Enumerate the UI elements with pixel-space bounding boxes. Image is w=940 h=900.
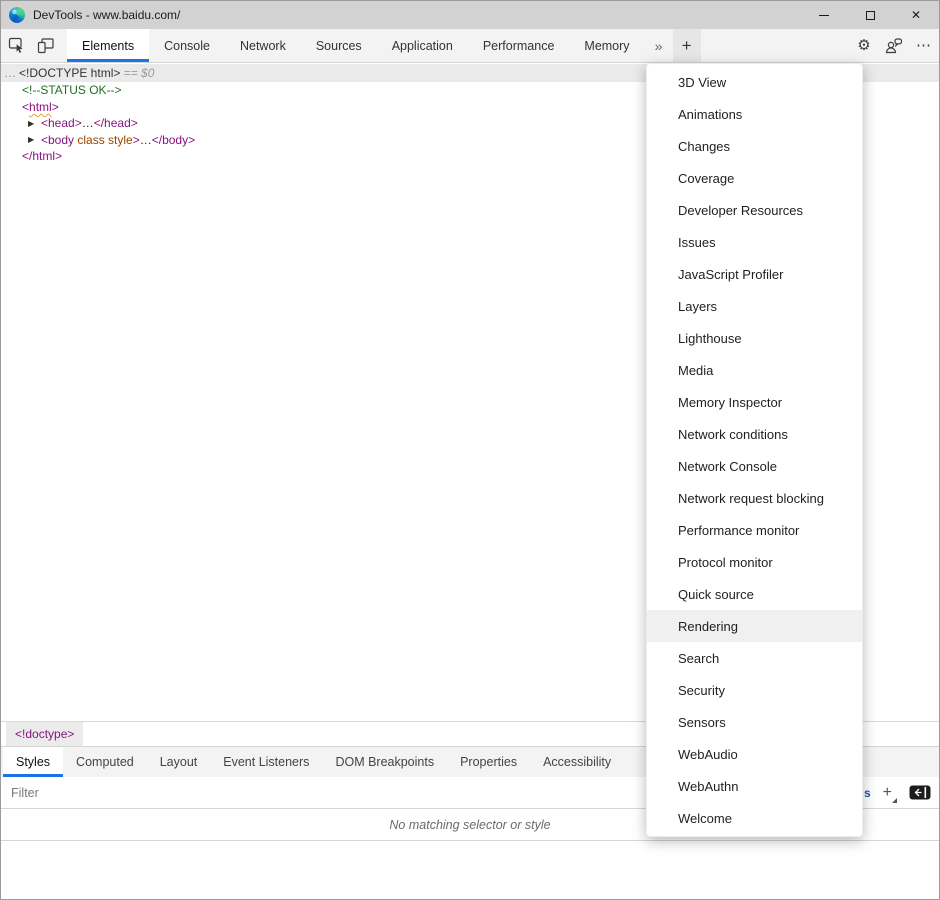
- menu-item-issues[interactable]: Issues: [647, 226, 862, 258]
- tag-punct: <: [22, 100, 29, 114]
- body-open-tag-start: <body: [41, 133, 74, 147]
- expand-arrow-icon[interactable]: ▶: [28, 135, 38, 144]
- tab-application[interactable]: Application: [377, 29, 468, 62]
- collapsed-content: …: [140, 133, 152, 147]
- node-hint-dots: …: [4, 66, 16, 80]
- menu-item-memory-inspector[interactable]: Memory Inspector: [647, 386, 862, 418]
- menu-item-layers[interactable]: Layers: [647, 290, 862, 322]
- tab-performance[interactable]: Performance: [468, 29, 570, 62]
- body-open-tag-end: >: [133, 133, 140, 147]
- tab-accessibility[interactable]: Accessibility: [530, 747, 624, 777]
- class-toggle-label[interactable]: s: [864, 786, 871, 800]
- chevron-double-right-icon: »: [655, 38, 663, 54]
- tab-event-listeners[interactable]: Event Listeners: [210, 747, 322, 777]
- tab-elements[interactable]: Elements: [67, 29, 149, 62]
- more-tools-menu: 3D View Animations Changes Coverage Deve…: [646, 63, 863, 837]
- menu-item-webaudio[interactable]: WebAudio: [647, 738, 862, 770]
- styles-filter-input[interactable]: [9, 785, 209, 801]
- tab-styles[interactable]: Styles: [3, 747, 63, 777]
- head-open-tag: <head>: [41, 116, 82, 130]
- kebab-menu-icon: ⋯: [916, 38, 932, 53]
- menu-item-protocol-monitor[interactable]: Protocol monitor: [647, 546, 862, 578]
- head-close-tag: </head>: [94, 116, 138, 130]
- collapsed-content: …: [82, 116, 94, 130]
- menu-item-performance-monitor[interactable]: Performance monitor: [647, 514, 862, 546]
- tag-punct: >: [52, 100, 59, 114]
- tab-dom-breakpoints[interactable]: DOM Breakpoints: [322, 747, 447, 777]
- menu-item-media[interactable]: Media: [647, 354, 862, 386]
- new-style-rule-button[interactable]: +: [883, 785, 897, 801]
- menu-item-coverage[interactable]: Coverage: [647, 162, 862, 194]
- maximize-icon: [866, 11, 875, 20]
- breadcrumb-item-doctype[interactable]: <!doctype>: [6, 722, 83, 746]
- maximize-button[interactable]: [847, 1, 893, 29]
- html-close-tag: </html>: [22, 149, 62, 163]
- feedback-icon: [885, 38, 903, 54]
- bottom-empty-area: [1, 841, 939, 899]
- menu-item-developer-resources[interactable]: Developer Resources: [647, 194, 862, 226]
- window-title: DevTools - www.baidu.com/: [33, 8, 180, 22]
- doctype-text: <!DOCTYPE html>: [19, 66, 120, 80]
- toolbar-spacer: [701, 29, 849, 62]
- more-tools-button[interactable]: +: [673, 29, 701, 62]
- settings-button[interactable]: ⚙: [849, 29, 879, 62]
- panel-tabs: Elements Console Network Sources Applica…: [67, 29, 645, 62]
- menu-item-lighthouse[interactable]: Lighthouse: [647, 322, 862, 354]
- styles-toolbar-right: s +: [864, 785, 931, 801]
- body-close-tag: </body>: [152, 133, 195, 147]
- device-toolbar-icon: [37, 37, 55, 54]
- menu-item-sensors[interactable]: Sensors: [647, 706, 862, 738]
- menu-item-webauthn[interactable]: WebAuthn: [647, 770, 862, 802]
- html-tag-name: html: [29, 100, 52, 114]
- tab-properties[interactable]: Properties: [447, 747, 530, 777]
- feedback-button[interactable]: [879, 29, 909, 62]
- edge-logo-icon: [9, 7, 25, 23]
- gear-icon: ⚙: [857, 38, 870, 53]
- menu-item-3d-view[interactable]: 3D View: [647, 66, 862, 98]
- menu-item-network-conditions[interactable]: Network conditions: [647, 418, 862, 450]
- menu-item-rendering[interactable]: Rendering: [647, 610, 862, 642]
- inspect-icon: [8, 37, 25, 54]
- menu-item-changes[interactable]: Changes: [647, 130, 862, 162]
- menu-item-security[interactable]: Security: [647, 674, 862, 706]
- menu-item-network-request-blocking[interactable]: Network request blocking: [647, 482, 862, 514]
- menu-item-animations[interactable]: Animations: [647, 98, 862, 130]
- expand-arrow-icon[interactable]: ▶: [28, 119, 38, 128]
- title-bar: DevTools - www.baidu.com/ ✕: [1, 1, 939, 29]
- tab-console[interactable]: Console: [149, 29, 225, 62]
- tab-memory[interactable]: Memory: [569, 29, 644, 62]
- minimize-button[interactable]: [801, 1, 847, 29]
- close-button[interactable]: ✕: [893, 1, 939, 29]
- minimize-icon: [819, 15, 829, 16]
- menu-item-quick-source[interactable]: Quick source: [647, 578, 862, 610]
- body-attributes: class style: [74, 133, 133, 147]
- toggle-device-toolbar-button[interactable]: [31, 29, 61, 62]
- toggle-sidebar-icon[interactable]: [909, 785, 931, 800]
- menu-item-welcome[interactable]: Welcome: [647, 802, 862, 834]
- tab-layout[interactable]: Layout: [147, 747, 211, 777]
- tab-sources[interactable]: Sources: [301, 29, 377, 62]
- styles-empty-message: No matching selector or style: [389, 818, 550, 832]
- menu-item-javascript-profiler[interactable]: JavaScript Profiler: [647, 258, 862, 290]
- menu-item-network-console[interactable]: Network Console: [647, 450, 862, 482]
- tab-computed[interactable]: Computed: [63, 747, 147, 777]
- window-controls: ✕: [801, 1, 939, 29]
- comment-text: <!--STATUS OK-->: [22, 83, 122, 97]
- inspect-element-button[interactable]: [1, 29, 31, 62]
- devtools-toolbar: Elements Console Network Sources Applica…: [1, 29, 939, 63]
- devtools-window: DevTools - www.baidu.com/ ✕ Elements Con…: [0, 0, 940, 900]
- menu-item-search[interactable]: Search: [647, 642, 862, 674]
- selected-node-reference: == $0: [120, 66, 154, 80]
- tab-network[interactable]: Network: [225, 29, 301, 62]
- more-options-button[interactable]: ⋯: [909, 29, 939, 62]
- more-tabs-button[interactable]: »: [645, 29, 673, 62]
- close-icon: ✕: [911, 9, 921, 21]
